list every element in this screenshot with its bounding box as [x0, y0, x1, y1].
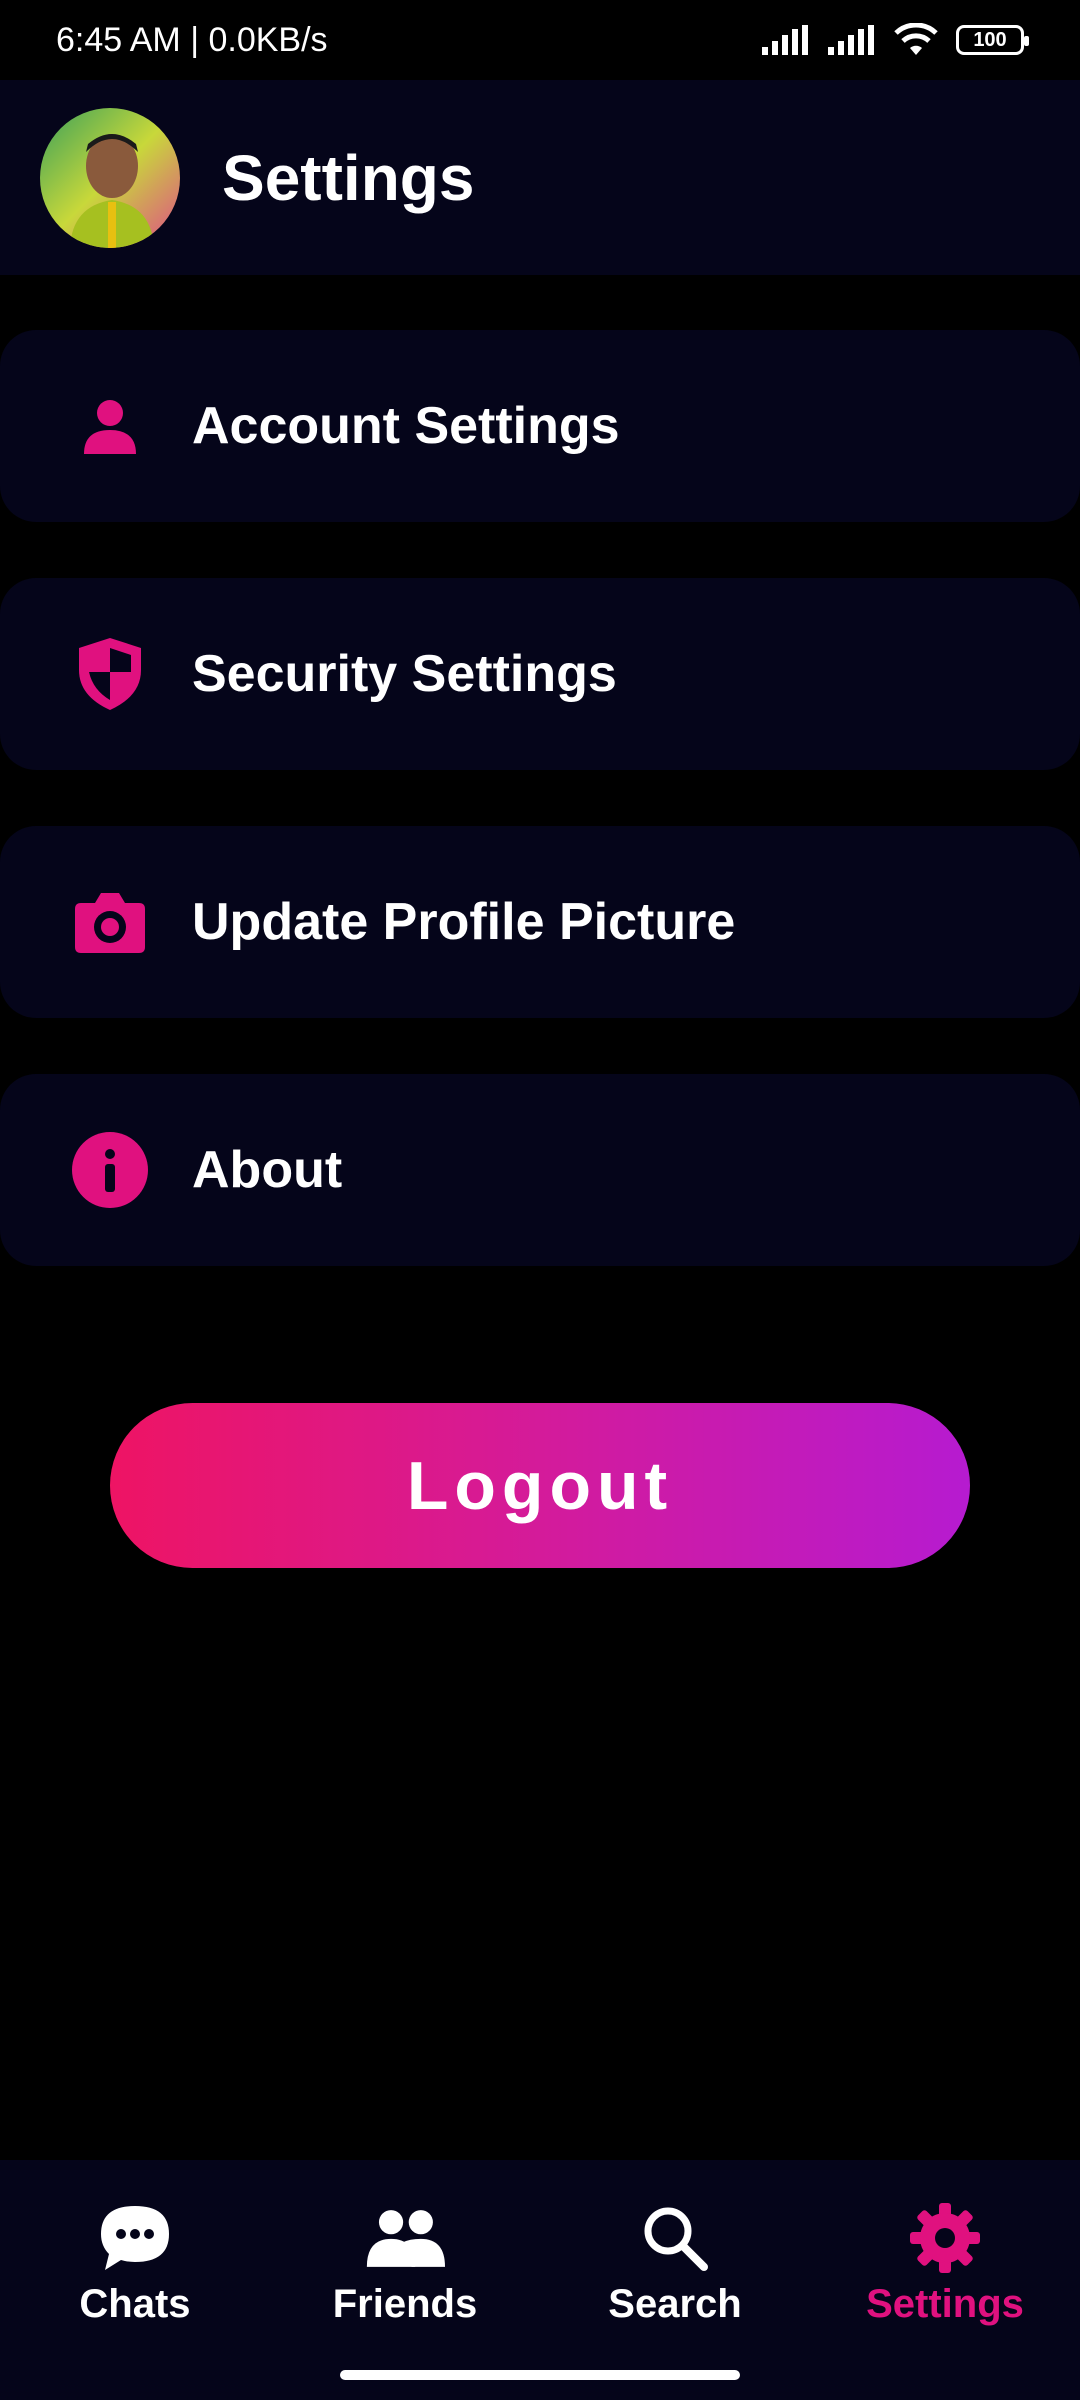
page-title: Settings	[222, 141, 475, 214]
app-header: Settings	[0, 80, 1080, 275]
profile-photo-icon	[40, 107, 180, 248]
chat-bubble-icon	[95, 2198, 175, 2278]
menu-item-label: About	[192, 1141, 343, 1199]
search-icon	[635, 2198, 715, 2278]
battery-level: 100	[973, 28, 1007, 51]
menu-item-account-settings[interactable]: Account Settings	[0, 330, 1080, 522]
menu-item-label: Update Profile Picture	[192, 893, 736, 951]
nav-label: Search	[608, 2282, 742, 2326]
signal-icon-2	[828, 25, 874, 55]
shield-icon	[72, 636, 148, 712]
info-icon	[72, 1132, 148, 1208]
nav-item-friends[interactable]: Friends	[270, 2160, 540, 2360]
battery-icon: 100	[956, 25, 1029, 55]
menu-item-label: Security Settings	[192, 645, 617, 703]
menu-item-update-profile-picture[interactable]: Update Profile Picture	[0, 826, 1080, 1018]
avatar[interactable]	[40, 107, 180, 248]
gear-icon	[905, 2198, 985, 2278]
menu-item-security-settings[interactable]: Security Settings	[0, 578, 1080, 770]
status-icons: 100	[762, 23, 1029, 57]
wifi-icon	[894, 23, 938, 55]
camera-icon	[72, 884, 148, 960]
nav-label: Chats	[79, 2282, 191, 2326]
nav-label: Settings	[866, 2282, 1024, 2326]
nav-label: Friends	[332, 2282, 478, 2326]
menu-item-label: Account Settings	[192, 397, 620, 455]
menu-item-about[interactable]: About	[0, 1074, 1080, 1266]
nav-item-settings[interactable]: Settings	[810, 2160, 1080, 2360]
people-icon	[365, 2198, 445, 2278]
status-time: 6:45 AM | 0.0KB/s	[56, 20, 328, 59]
person-icon	[72, 388, 148, 464]
bottom-nav: Chats Friends Search Settings	[0, 2160, 1080, 2400]
nav-item-chats[interactable]: Chats	[0, 2160, 270, 2360]
signal-icon	[762, 25, 808, 55]
status-bar: 6:45 AM | 0.0KB/s 100	[0, 0, 1080, 80]
home-indicator[interactable]	[340, 2370, 740, 2380]
nav-item-search[interactable]: Search	[540, 2160, 810, 2360]
logout-button[interactable]: Logout	[110, 1403, 970, 1568]
